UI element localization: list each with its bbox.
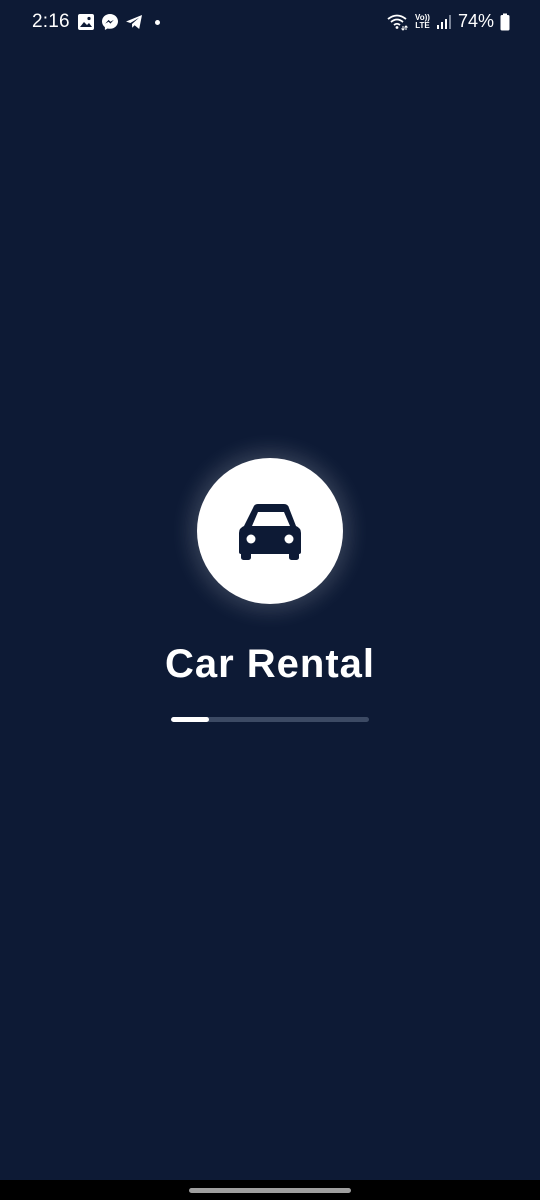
loading-progress-bar [171, 717, 369, 722]
app-logo [197, 458, 343, 604]
splash-screen: 2:16 Vo)) LTE 74% Car Rental [0, 0, 540, 1200]
lte-label: LTE [415, 20, 430, 30]
status-time: 2:16 [32, 11, 70, 32]
gallery-icon [78, 14, 94, 30]
messenger-icon [102, 14, 118, 30]
loading-progress-fill [171, 717, 209, 722]
status-bar: 2:16 Vo)) LTE 74% [0, 0, 540, 44]
more-notifications-dot [155, 19, 160, 25]
battery-icon [500, 13, 510, 30]
battery-percent: 74% [457, 11, 494, 31]
navigation-bar [0, 1180, 540, 1200]
home-gesture-handle[interactable] [189, 1188, 351, 1193]
car-icon [239, 504, 301, 560]
wifi-icon [387, 14, 408, 31]
telegram-icon [126, 15, 142, 29]
volte-indicator: Vo)) LTE [415, 13, 430, 30]
notification-icons [77, 13, 160, 31]
signal-icon [436, 14, 451, 29]
app-title: Car Rental [164, 642, 376, 686]
system-status-icons: Vo)) LTE 74% [387, 11, 510, 32]
